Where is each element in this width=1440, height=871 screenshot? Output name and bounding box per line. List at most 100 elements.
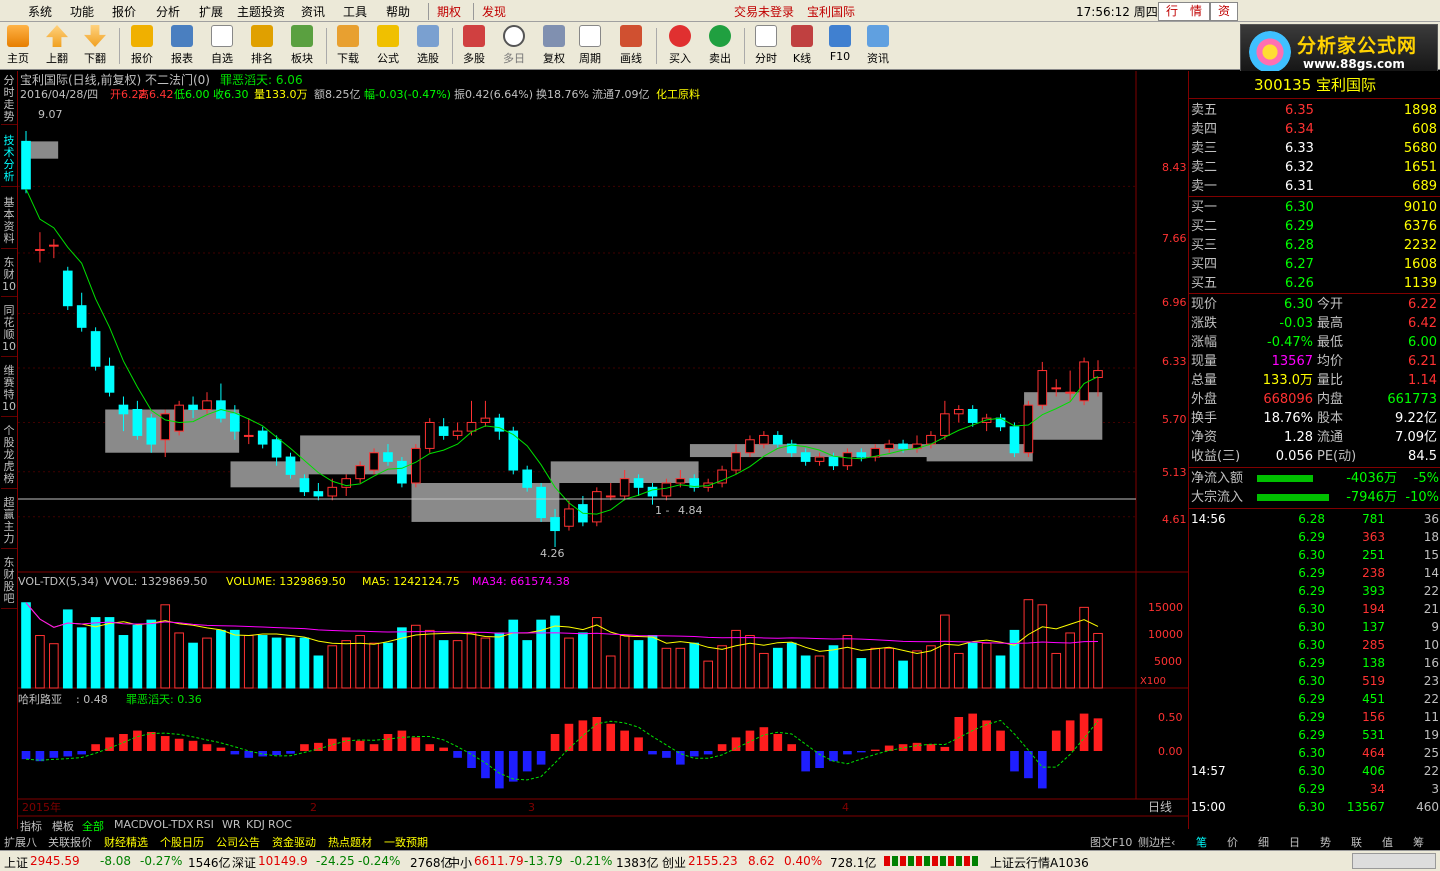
multi-day-button[interactable]: 多日 [497, 25, 531, 69]
chart-tab[interactable]: MACD [114, 818, 147, 831]
bid-row[interactable]: 买五 6.26 1139 [1189, 274, 1440, 293]
indicator-bar [689, 751, 699, 757]
menu-help[interactable]: 帮助 [386, 3, 410, 20]
period-label[interactable]: 日线 [1148, 800, 1172, 814]
tick-price: 6.29 [1298, 782, 1325, 796]
candle-body [536, 486, 546, 519]
chart-tab[interactable]: WR [222, 818, 241, 831]
adjust-button[interactable]: 复权 [537, 25, 571, 69]
mid-prefix-label: 1 - [655, 504, 669, 517]
indicator-bar [912, 742, 922, 751]
ext-tab[interactable]: 资金驱动 [272, 834, 316, 850]
quote-tab[interactable]: 笔 [1196, 834, 1207, 850]
buy-button[interactable]: 买入 [663, 25, 697, 69]
chart-tab[interactable]: ROC [268, 818, 292, 831]
ext-tab[interactable]: 个股日历 [160, 834, 204, 850]
menu-discover[interactable]: 发现 [473, 3, 506, 20]
formula-button[interactable]: 公式 [371, 25, 405, 69]
news-button[interactable]: 资讯 [861, 25, 895, 69]
ext-tab[interactable]: 公司公告 [216, 834, 260, 850]
watchlist-button[interactable]: 自选 [205, 25, 239, 69]
trade-login-status[interactable]: 交易未登录 [734, 3, 794, 20]
candle-body [174, 404, 184, 432]
chart-tab[interactable]: 模板 [52, 818, 74, 834]
vtab-guba[interactable]: 东财股吧 [1, 557, 17, 609]
draw-line-button[interactable]: 画线 [614, 25, 648, 69]
stat-label-2: 股本 [1317, 411, 1344, 426]
bid-row[interactable]: 买四 6.27 1608 [1189, 255, 1440, 274]
menu-extend[interactable]: 扩展 [199, 3, 223, 20]
kline-button[interactable]: K线 [785, 25, 819, 69]
menu-options[interactable]: 期权 [428, 3, 461, 20]
ext-tab[interactable]: 关联报价 [48, 834, 92, 850]
indicator-bar [940, 746, 950, 751]
ask-row[interactable]: 卖四 6.34 608 [1189, 120, 1440, 139]
vtab-timeshare[interactable]: 分时走势 [1, 75, 17, 125]
page-up-button[interactable]: 上翻 [40, 25, 74, 69]
bid-row[interactable]: 买三 6.28 2232 [1189, 236, 1440, 255]
vtab-longhu[interactable]: 个股龙虎榜 [1, 425, 17, 489]
chart-tab[interactable]: RSI [196, 818, 214, 831]
ext-tab[interactable]: 一致预期 [384, 834, 428, 850]
stock-link[interactable]: 宝利国际 [807, 3, 855, 20]
kline-chart-area[interactable]: 宝利国际(日线,前复权) 不二法门(0) 罪恶滔天: 6.06 2016/04/… [18, 71, 1188, 829]
report-button[interactable]: 报表 [165, 25, 199, 69]
multi-stock-button[interactable]: 多股 [457, 25, 491, 69]
quote-tab[interactable]: 筹 [1413, 834, 1424, 850]
ask-row[interactable]: 卖二 6.32 1651 [1189, 158, 1440, 177]
menu-quote[interactable]: 报价 [112, 3, 136, 20]
stat-label: 现量 [1191, 354, 1218, 369]
stat-row: 涨幅 -0.47% 最低 6.00 [1189, 333, 1440, 352]
sell-button[interactable]: 卖出 [703, 25, 737, 69]
tab-quote[interactable]: 行 情 [1158, 2, 1210, 21]
chart-tab[interactable]: 全部 [82, 818, 104, 834]
page-down-button[interactable]: 下翻 [78, 25, 112, 69]
bid-row[interactable]: 买二 6.29 6376 [1189, 217, 1440, 236]
quote-tab[interactable]: 日 [1289, 834, 1300, 850]
tab-f10-graphic[interactable]: 图文F10 [1090, 834, 1132, 850]
download-button[interactable]: 下载 [331, 25, 365, 69]
quote-tab[interactable]: 势 [1320, 834, 1331, 850]
menu-analysis[interactable]: 分析 [156, 3, 180, 20]
vtab-ths[interactable]: 同花顺10 [1, 305, 17, 357]
vtab-main-force[interactable]: 超赢主力 [1, 497, 17, 549]
rank-button[interactable]: 排名 [245, 25, 279, 69]
quote-button[interactable]: 报价 [125, 25, 159, 69]
ext-tab[interactable]: 热点题材 [328, 834, 372, 850]
menu-system[interactable]: 系统 [28, 3, 52, 20]
menu-tools[interactable]: 工具 [343, 3, 367, 20]
server-status[interactable]: 上证云行情A1036 [990, 854, 1089, 871]
f10-button[interactable]: F10 [823, 25, 857, 69]
sector-button[interactable]: 板块 [285, 25, 319, 69]
tray-icons[interactable] [1352, 853, 1436, 869]
vtab-fundamental[interactable]: 基本资料 [1, 197, 17, 249]
vtab-dongcai[interactable]: 东财10 [1, 257, 17, 297]
stock-pick-button[interactable]: 选股 [411, 25, 445, 69]
ask-row[interactable]: 卖一 6.31 689 [1189, 177, 1440, 196]
home-button[interactable]: 主页 [1, 25, 35, 69]
indicator-bar [397, 730, 407, 751]
ask-row[interactable]: 卖三 6.33 5680 [1189, 139, 1440, 158]
quote-tab[interactable]: 价 [1227, 834, 1238, 850]
indicator-bar [550, 734, 560, 751]
timeshare-button[interactable]: 分时 [749, 25, 783, 69]
vtab-weisaite[interactable]: 维赛特10 [1, 365, 17, 417]
chart-tab[interactable]: 指标 [20, 818, 42, 834]
tab-sidebar[interactable]: 侧边栏‹ [1138, 834, 1175, 850]
menu-news[interactable]: 资讯 [301, 3, 325, 20]
quote-tab[interactable]: 值 [1382, 834, 1393, 850]
chart-tab[interactable]: KDJ [246, 818, 265, 831]
menu-theme[interactable]: 主题投资 [237, 3, 285, 20]
period-button[interactable]: 周期 [573, 25, 607, 69]
ext-tab[interactable]: 财经精选 [104, 834, 148, 850]
vtab-technical[interactable]: 技术分析 [1, 135, 17, 187]
tab-trade[interactable]: 资 [1210, 2, 1238, 21]
ask-row[interactable]: 卖五 6.35 1898 [1189, 101, 1440, 120]
indicator-bar [467, 751, 476, 768]
bid-row[interactable]: 买一 6.30 9010 [1189, 198, 1440, 217]
quote-tab[interactable]: 联 [1351, 834, 1362, 850]
menu-function[interactable]: 功能 [70, 3, 94, 20]
ext-tab[interactable]: 扩展八 [4, 834, 37, 850]
quote-tab[interactable]: 细 [1258, 834, 1269, 850]
chart-tab[interactable]: VOL-TDX [146, 818, 194, 831]
